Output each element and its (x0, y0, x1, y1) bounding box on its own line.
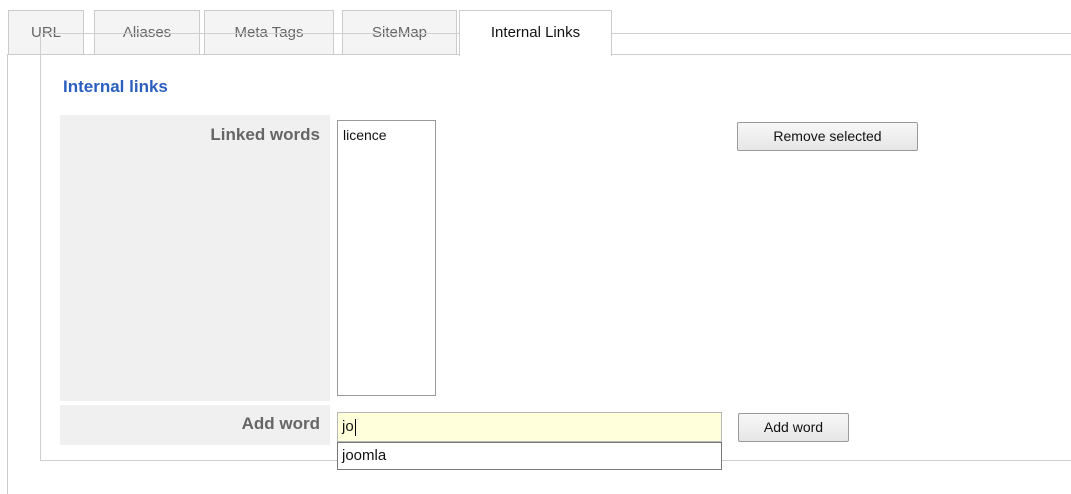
remove-selected-button[interactable]: Remove selected (737, 122, 918, 151)
linked-words-listbox[interactable]: licence (337, 120, 436, 396)
add-word-label: Add word (60, 405, 330, 445)
add-word-input-value: jo (342, 418, 354, 435)
fieldset-legend: Internal links (59, 77, 172, 97)
tab-internal-links[interactable]: Internal Links (459, 10, 612, 56)
add-word-button[interactable]: Add word (738, 413, 849, 442)
linked-words-label: Linked words (60, 115, 330, 401)
list-item[interactable]: licence (338, 121, 435, 143)
add-word-input[interactable]: jo (337, 412, 722, 442)
text-caret (354, 418, 356, 436)
autocomplete-suggestion[interactable]: joomla (337, 442, 722, 470)
